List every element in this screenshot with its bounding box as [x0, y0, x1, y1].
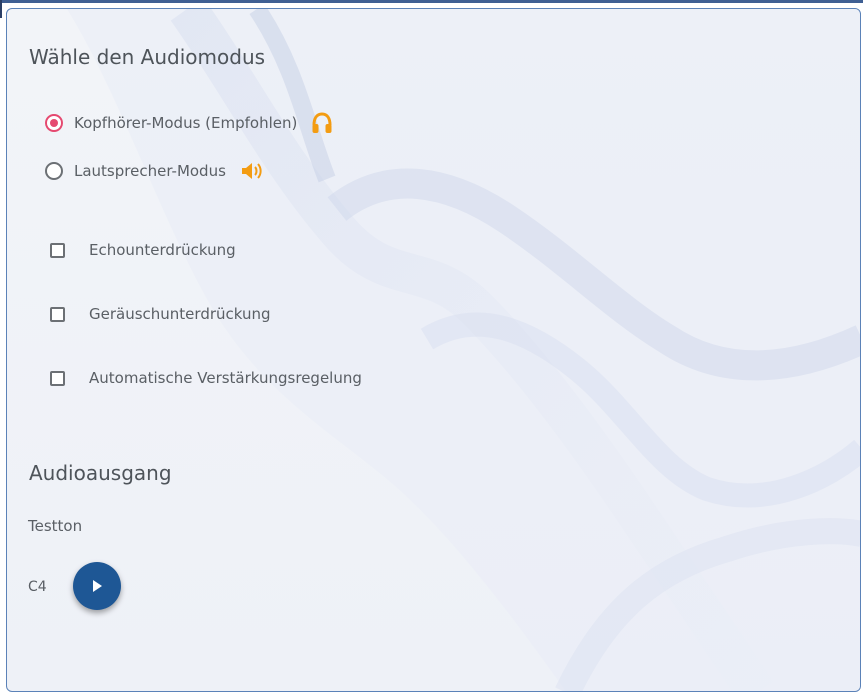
radio-label-headphone: Kopfhörer-Modus (Empfohlen) — [74, 114, 298, 132]
radio-speaker-mode[interactable]: Lautsprecher-Modus — [45, 161, 264, 181]
checkbox-box[interactable] — [50, 370, 65, 386]
checkbox-label-gain: Automatische Verstärkungsregelung — [89, 369, 362, 387]
top-edge-line — [0, 0, 863, 3]
play-icon — [93, 580, 102, 592]
audio-mode-title: Wähle den Audiomodus — [29, 45, 266, 69]
checkbox-noise-suppression[interactable]: Geräuschunterdrückung — [50, 305, 271, 323]
radio-label-speaker: Lautsprecher-Modus — [74, 162, 226, 180]
checkbox-box[interactable] — [50, 242, 65, 258]
radio-button-checked[interactable] — [45, 114, 63, 132]
checkbox-box[interactable] — [50, 306, 65, 322]
checkbox-label-noise: Geräuschunterdrückung — [89, 305, 271, 323]
radio-headphone-mode[interactable]: Kopfhörer-Modus (Empfohlen) — [45, 111, 333, 135]
checkbox-auto-gain[interactable]: Automatische Verstärkungsregelung — [50, 369, 362, 387]
audio-settings-panel: Wähle den Audiomodus Kopfhörer-Modus (Em… — [6, 8, 861, 692]
tone-note-label: C4 — [28, 579, 47, 595]
radio-button-unchecked[interactable] — [45, 162, 63, 180]
speaker-icon — [240, 161, 264, 181]
play-test-tone-button[interactable] — [73, 562, 121, 610]
audio-output-title: Audioausgang — [29, 461, 172, 485]
top-left-tick — [0, 0, 2, 18]
test-tone-label: Testton — [28, 517, 83, 535]
checkbox-echo-cancellation[interactable]: Echounterdrückung — [50, 241, 236, 259]
checkbox-label-echo: Echounterdrückung — [89, 241, 236, 259]
headphones-icon — [311, 111, 333, 135]
